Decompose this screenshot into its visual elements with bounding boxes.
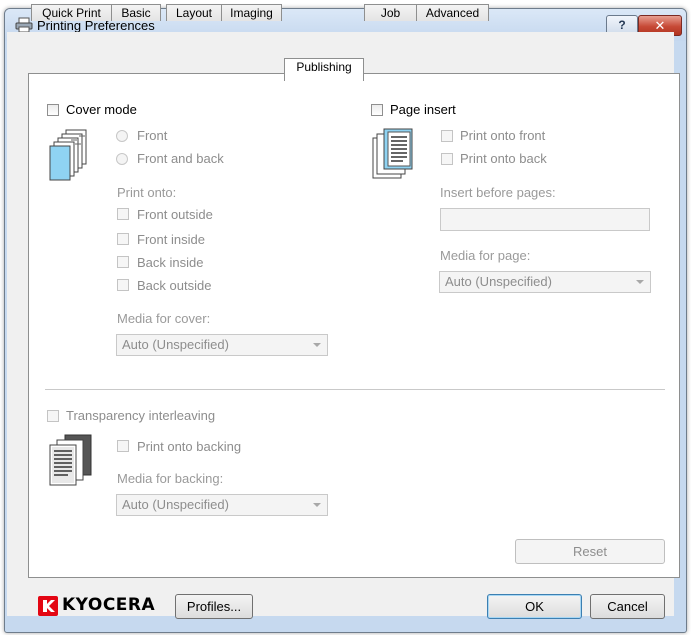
tab-layout[interactable]: Layout — [166, 4, 222, 21]
profiles-button[interactable]: Profiles... — [175, 594, 253, 619]
print-onto-backing-checkbox[interactable] — [117, 440, 129, 452]
chevron-down-icon — [636, 280, 644, 284]
back-outside-label: Back outside — [137, 278, 212, 293]
front-radio[interactable] — [116, 130, 128, 142]
tab-quick-print[interactable]: Quick Print — [31, 4, 112, 21]
front-inside-checkbox[interactable] — [117, 233, 129, 245]
reset-button[interactable]: Reset — [515, 539, 665, 564]
media-for-cover-label: Media for cover: — [117, 311, 211, 326]
tab-advanced[interactable]: Advanced — [416, 4, 489, 21]
tab-basic[interactable]: Basic — [111, 4, 161, 21]
chevron-down-icon — [313, 503, 321, 507]
back-inside-label: Back inside — [137, 255, 204, 270]
front-outside-label: Front outside — [137, 207, 213, 222]
print-onto-backing-label: Print onto backing — [137, 439, 242, 454]
print-onto-label: Print onto: — [117, 185, 177, 200]
brand-name: KYOCERA — [62, 595, 156, 615]
section-divider — [45, 389, 665, 390]
transparency-interleaving-label: Transparency interleaving — [66, 408, 216, 423]
tab-imaging[interactable]: Imaging — [221, 4, 282, 21]
media-for-page-label: Media for page: — [440, 248, 531, 263]
media-for-backing-label: Media for backing: — [117, 471, 224, 486]
media-for-backing-value: Auto (Unspecified) — [122, 497, 229, 512]
kyocera-logo-icon — [38, 596, 58, 616]
cover-pages-icon — [49, 129, 87, 181]
print-onto-front-checkbox[interactable] — [441, 130, 453, 142]
cancel-button[interactable]: Cancel — [590, 594, 665, 619]
chevron-down-icon — [313, 343, 321, 347]
page-insert-icon — [372, 128, 413, 179]
media-for-page-value: Auto (Unspecified) — [445, 274, 552, 289]
media-for-backing-select[interactable]: Auto (Unspecified) — [116, 494, 328, 516]
media-for-cover-select[interactable]: Auto (Unspecified) — [116, 334, 328, 356]
transparency-pages-icon — [49, 434, 92, 486]
print-onto-back-label: Print onto back — [460, 151, 547, 166]
tab-publishing[interactable]: Publishing — [284, 58, 364, 81]
cover-mode-label: Cover mode — [66, 102, 137, 117]
front-inside-label: Front inside — [137, 232, 205, 247]
transparency-interleaving-checkbox[interactable] — [47, 410, 59, 422]
back-outside-checkbox[interactable] — [117, 279, 129, 291]
cover-mode-checkbox[interactable] — [47, 104, 59, 116]
front-and-back-label: Front and back — [137, 151, 224, 166]
front-and-back-radio[interactable] — [116, 153, 128, 165]
ok-button[interactable]: OK — [487, 594, 582, 619]
print-onto-front-label: Print onto front — [460, 128, 546, 143]
media-for-page-select[interactable]: Auto (Unspecified) — [439, 271, 651, 293]
front-label: Front — [137, 128, 168, 143]
front-outside-checkbox[interactable] — [117, 208, 129, 220]
page-insert-label: Page insert — [390, 102, 456, 117]
insert-before-pages-label: Insert before pages: — [440, 185, 556, 200]
insert-before-pages-field[interactable] — [440, 208, 650, 231]
page-insert-checkbox[interactable] — [371, 104, 383, 116]
media-for-cover-value: Auto (Unspecified) — [122, 337, 229, 352]
back-inside-checkbox[interactable] — [117, 256, 129, 268]
tab-job[interactable]: Job — [364, 4, 417, 21]
print-onto-back-checkbox[interactable] — [441, 153, 453, 165]
